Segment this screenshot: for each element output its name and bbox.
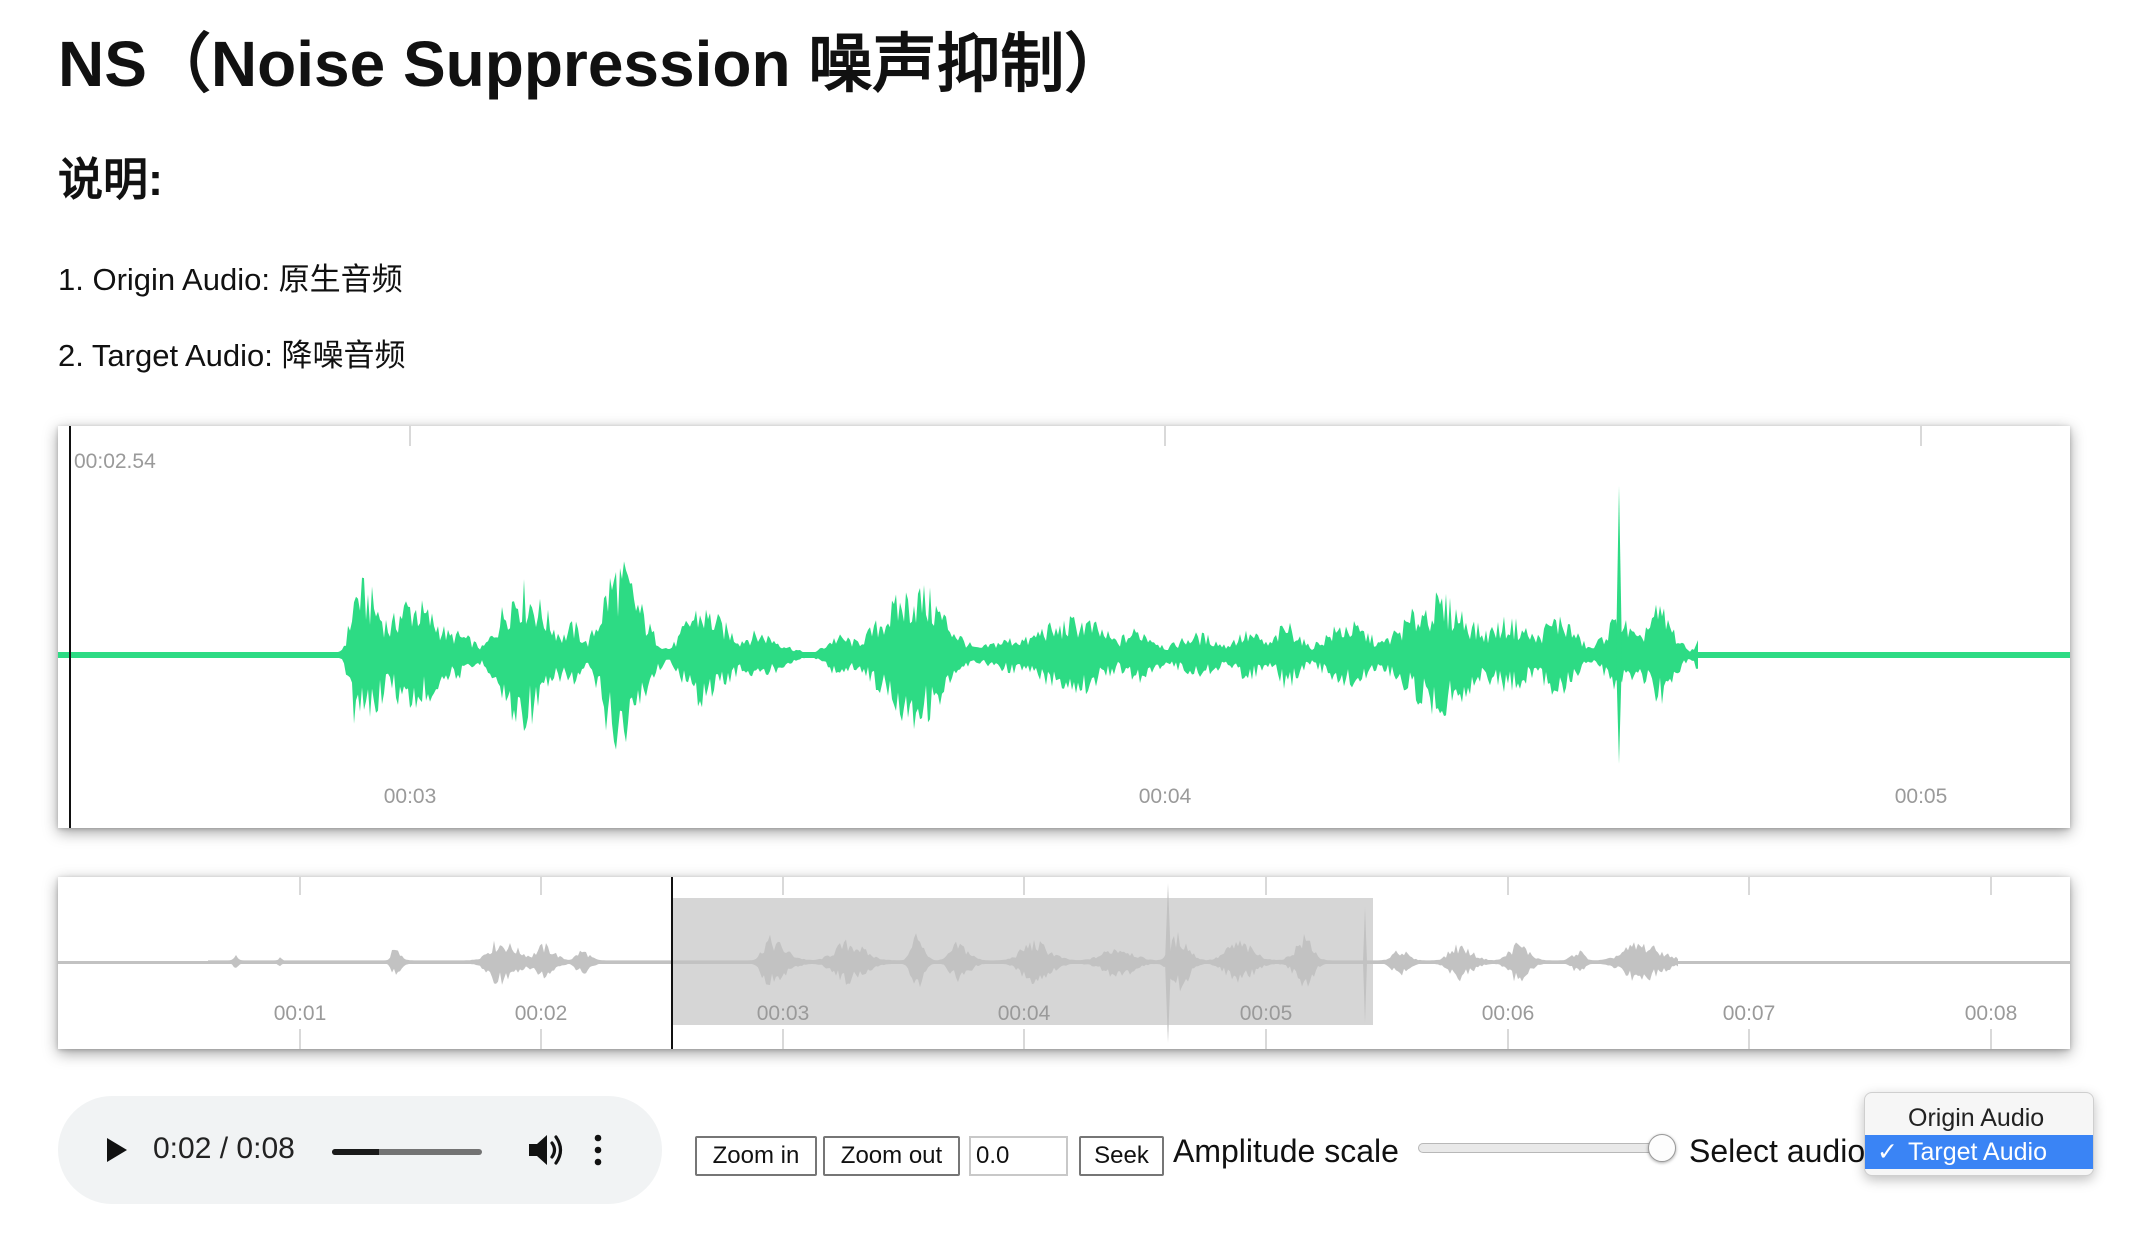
amplitude-slider-thumb[interactable] xyxy=(1648,1134,1676,1162)
cursor-time-readout: 00:02.54 xyxy=(74,450,156,473)
description-heading: 说明: xyxy=(58,154,163,205)
check-icon: ✓ xyxy=(1877,1138,1898,1166)
overview-tick-label: 00:08 xyxy=(1965,1002,2018,1025)
volume-icon[interactable] xyxy=(526,1130,568,1170)
main-waveform-canvas[interactable]: 00:03 00:04 00:05 xyxy=(58,426,2070,828)
select-audio-label: Select audio xyxy=(1689,1133,1865,1169)
audio-player[interactable]: 0:02 / 0:08 xyxy=(58,1096,662,1204)
main-tick-label: 00:03 xyxy=(384,785,437,808)
note-origin-audio: 1. Origin Audio: 原生音频 xyxy=(58,262,403,297)
option-target-audio[interactable]: ✓ Target Audio xyxy=(1865,1135,2093,1169)
overview-tick-label: 00:02 xyxy=(515,1002,568,1025)
overview-tick-label: 00:07 xyxy=(1723,1002,1776,1025)
page-title: NS（Noise Suppression 噪声抑制） xyxy=(58,28,1129,100)
waveform-peak xyxy=(1616,486,1622,764)
audio-select-dropdown[interactable]: Origin Audio ✓ Target Audio xyxy=(1864,1092,2094,1176)
more-vertical-icon[interactable] xyxy=(590,1130,606,1170)
overview-tick-label: 00:06 xyxy=(1482,1002,1535,1025)
playback-progress-fill xyxy=(332,1149,379,1155)
playback-progress-slider[interactable] xyxy=(332,1149,482,1155)
current-time: 0:02 xyxy=(153,1132,212,1165)
overview-tick-label: 00:05 xyxy=(1240,1002,1293,1025)
main-tick-label: 00:05 xyxy=(1895,785,1948,808)
main-tick-label: 00:04 xyxy=(1139,785,1192,808)
main-waveform-view[interactable]: 00:03 00:04 00:05 00:02.54 xyxy=(58,426,2070,828)
option-target-audio-label: Target Audio xyxy=(1908,1138,2047,1166)
play-icon[interactable] xyxy=(98,1132,132,1168)
seek-button[interactable]: Seek xyxy=(1079,1136,1164,1176)
option-origin-audio[interactable]: Origin Audio xyxy=(1865,1101,2093,1135)
overview-tick-label: 00:04 xyxy=(998,1002,1051,1025)
overview-tick-label: 00:03 xyxy=(757,1002,810,1025)
option-origin-audio-label: Origin Audio xyxy=(1908,1104,2045,1132)
playback-time: 0:02 / 0:08 xyxy=(153,1132,295,1166)
overview-minimap[interactable]: 00:01 00:02 00:03 00:04 00:05 00:06 00:07 00:08 xyxy=(58,877,2070,1049)
overview-tick-label: 00:01 xyxy=(274,1002,327,1025)
time-separator: / xyxy=(219,1132,229,1165)
waveform-active xyxy=(238,561,1698,750)
seek-input[interactable] xyxy=(969,1136,1068,1176)
zoom-in-button[interactable]: Zoom in xyxy=(695,1136,817,1176)
total-duration: 0:08 xyxy=(236,1132,295,1165)
zoom-out-button[interactable]: Zoom out xyxy=(823,1136,960,1176)
amplitude-scale-label: Amplitude scale xyxy=(1173,1133,1399,1169)
note-target-audio: 2. Target Audio: 降噪音频 xyxy=(58,338,406,373)
amplitude-scale-slider[interactable] xyxy=(1418,1143,1664,1153)
overview-waveform-canvas[interactable]: 00:01 00:02 00:03 00:04 00:05 00:06 00:07 00:08 xyxy=(58,877,2070,1049)
